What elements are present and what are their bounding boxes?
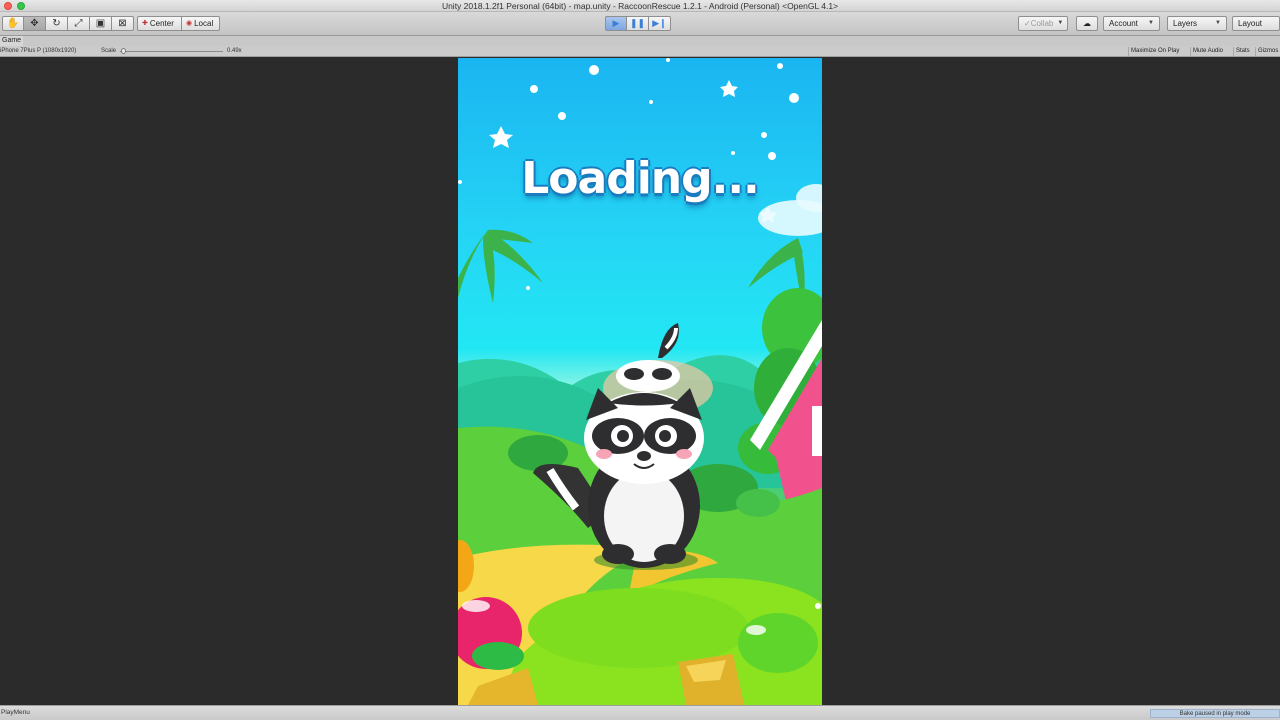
cloud-icon: ☁ xyxy=(1083,19,1091,28)
transform-tool-button[interactable]: ⊠ xyxy=(112,16,134,31)
pivot-local-icon: ◉ xyxy=(186,20,193,27)
transform-tools: ✋ ✥ ↻ ⤢ ▣ ⊠ xyxy=(2,16,134,31)
star-icon xyxy=(720,80,738,97)
account-dropdown[interactable]: Account ▼ xyxy=(1103,16,1160,31)
window-title: Unity 2018.1.2f1 Personal (64bit) - map.… xyxy=(441,1,839,11)
chevron-down-icon: ▼ xyxy=(1148,20,1154,26)
scale-slider-track[interactable] xyxy=(120,51,223,52)
title-bar: Unity 2018.1.2f1 Personal (64bit) - map.… xyxy=(0,0,1280,12)
mute-audio-toggle[interactable]: Mute Audio xyxy=(1190,47,1225,56)
scale-label: Scale xyxy=(101,48,117,54)
pivot-center-icon: ✚ xyxy=(142,20,148,27)
palm-leaves-left xyxy=(458,229,543,303)
play-icon: ▶ xyxy=(612,18,620,28)
status-message[interactable]: PlayMenu xyxy=(1,706,30,720)
step-icon: ▶❙ xyxy=(652,18,667,28)
step-button[interactable]: ▶❙ xyxy=(649,16,671,31)
gizmos-dropdown[interactable]: Gizmos xyxy=(1255,47,1280,56)
pivot-space-button[interactable]: ◉ Local xyxy=(182,16,220,31)
rect-tool-icon: ▣ xyxy=(95,18,106,29)
move-tool-button[interactable]: ✥ xyxy=(24,16,46,31)
main-toolbar: ✋ ✥ ↻ ⤢ ▣ ⊠ ✚ Center ◉ Local ▶ ❚❚ ▶❙ ✓ C… xyxy=(0,12,1280,36)
resolution-dropdown[interactable]: iPhone 7Plus P (1080x1920) xyxy=(0,46,97,57)
rotate-tool-icon: ↻ xyxy=(52,18,61,29)
transform-tool-icon: ⊠ xyxy=(118,18,127,29)
play-button[interactable]: ▶ xyxy=(605,16,627,31)
pivot-mode-label: Center xyxy=(149,19,174,28)
bake-status: Bake paused in play mode xyxy=(1150,709,1280,718)
pause-icon: ❚❚ xyxy=(629,18,646,28)
loading-text: Loading... xyxy=(521,153,760,204)
layers-dropdown[interactable]: Layers ▼ xyxy=(1167,16,1227,31)
tab-strip xyxy=(0,36,1280,46)
scale-value: 0.49x xyxy=(227,48,242,54)
status-bar: PlayMenu Bake paused in play mode xyxy=(0,705,1280,720)
cloud-button[interactable]: ☁ xyxy=(1076,16,1098,31)
hand-tool-icon: ✋ xyxy=(6,18,20,29)
scale-slider-thumb[interactable] xyxy=(121,48,126,54)
collab-check-icon: ✓ xyxy=(1024,19,1031,28)
scale-tool-button[interactable]: ⤢ xyxy=(68,16,90,31)
collab-label: Collab xyxy=(1030,19,1054,28)
pivot-mode-button[interactable]: ✚ Center xyxy=(137,16,182,31)
rect-tool-button[interactable]: ▣ xyxy=(90,16,112,31)
unity-editor-window: Unity 2018.1.2f1 Personal (64bit) - map.… xyxy=(0,0,1280,720)
account-label: Account xyxy=(1109,19,1138,28)
collab-button[interactable]: ✓ Collab ▼ xyxy=(1018,16,1068,31)
pivot-space-label: Local xyxy=(194,19,214,28)
game-view-toolbar: iPhone 7Plus P (1080x1920) Scale 0.49x M… xyxy=(0,46,1280,57)
layout-label: Layout xyxy=(1238,19,1263,28)
chevron-down-icon: ▼ xyxy=(1057,20,1064,26)
hand-tool-button[interactable]: ✋ xyxy=(2,16,24,31)
star-icon xyxy=(489,126,513,148)
rotate-tool-button[interactable]: ↻ xyxy=(46,16,68,31)
stats-toggle[interactable]: Stats xyxy=(1233,47,1252,56)
chevron-down-icon: ▼ xyxy=(1215,20,1221,26)
tab-game[interactable]: Game xyxy=(0,36,24,46)
pause-button[interactable]: ❚❚ xyxy=(627,16,649,31)
layout-dropdown[interactable]: Layout xyxy=(1232,16,1280,31)
game-canvas[interactable]: Loading... xyxy=(458,58,822,705)
maximize-on-play-toggle[interactable]: Maximize On Play xyxy=(1128,47,1181,56)
layers-label: Layers xyxy=(1173,19,1198,28)
playback-controls: ▶ ❚❚ ▶❙ xyxy=(605,16,671,31)
move-tool-icon: ✥ xyxy=(30,18,39,29)
pivot-toggles: ✚ Center ◉ Local xyxy=(137,16,220,31)
scale-tool-icon: ⤢ xyxy=(74,18,83,29)
